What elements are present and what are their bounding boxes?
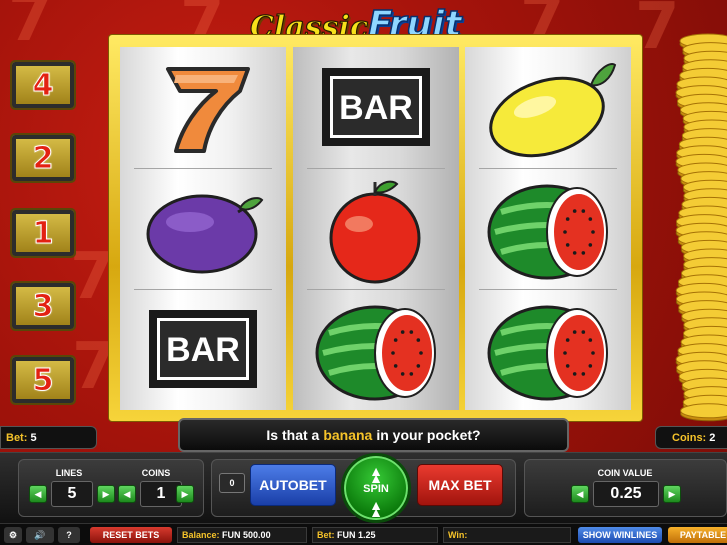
chevron-up-icon: ▲ — [369, 504, 383, 520]
coins-increase-button[interactable]: ▶ — [176, 485, 194, 503]
bet-field: Bet: FUN 1.25 — [312, 527, 438, 543]
bet-label: Bet: — [317, 530, 335, 540]
spin-button[interactable]: ▲ ▲ SPIN ▲ ▲ — [341, 453, 411, 523]
coin-value-decrease-button[interactable]: ◀ — [571, 485, 589, 503]
message-highlight: banana — [323, 427, 373, 443]
gear-icon[interactable]: ⚙ — [4, 527, 22, 543]
arrow-right-icon: ▶ — [181, 488, 189, 499]
status-bar: ⚙ 🔊 ? RESET BETS Balance: FUN 500.00 Bet… — [0, 523, 727, 545]
payline-button-5[interactable]: 5 — [10, 355, 76, 405]
win-field: Win: — [443, 527, 571, 543]
bar-symbol-text: BAR — [166, 331, 240, 369]
payline-button-3[interactable]: 3 — [10, 281, 76, 331]
payline-button-1[interactable]: 1 — [10, 208, 76, 258]
balance-field: Balance: FUN 500.00 — [177, 527, 307, 543]
reel-1-symbol-2 — [120, 168, 286, 289]
message-text-after: in your pocket? — [376, 427, 481, 443]
message-bar: Is that a banana in your pocket? — [178, 418, 569, 452]
bet-value: FUN 1.25 — [337, 530, 376, 540]
reel-2-symbol-2 — [293, 168, 459, 289]
coin-value-label: COIN VALUE — [597, 468, 653, 478]
reel-3-symbol-3 — [465, 289, 631, 410]
speaker-icon[interactable]: 🔊 — [26, 527, 54, 543]
payline-button-2[interactable]: 2 — [10, 133, 76, 183]
reel-2: BAR — [293, 47, 459, 410]
lines-decrease-button[interactable]: ◀ — [29, 485, 47, 503]
help-button[interactable]: ? — [58, 527, 80, 543]
arrow-left-icon: ◀ — [34, 488, 42, 499]
reel-2-symbol-3 — [293, 289, 459, 410]
show-winlines-button[interactable]: SHOW WINLINES — [578, 527, 662, 543]
coins-info-label: Coins: — [672, 432, 707, 444]
reel-2-symbol-1: BAR — [293, 47, 459, 168]
lines-increase-button[interactable]: ▶ — [97, 485, 115, 503]
reel-3-symbol-1 — [465, 47, 631, 168]
reel-1-symbol-3: BAR — [120, 289, 286, 410]
win-label: Win: — [448, 530, 468, 540]
paytable-button[interactable]: PAYTABLE — [668, 527, 727, 543]
reel-frame: BAR BAR — [108, 34, 643, 422]
payline-label: 4 — [32, 67, 54, 103]
background-seven-deco: 7 — [8, 0, 53, 56]
autobet-button[interactable]: AUTOBET — [250, 464, 336, 506]
balance-label: Balance: — [182, 530, 220, 540]
coins-info-value: 2 — [709, 432, 716, 444]
coins-decrease-button[interactable]: ◀ — [118, 485, 136, 503]
payline-label: 1 — [32, 215, 54, 251]
reset-bets-button[interactable]: RESET BETS — [90, 527, 172, 543]
reel-3-symbol-2 — [465, 168, 631, 289]
bet-lines-info: Bet: 5 — [0, 426, 97, 449]
coins-info: Coins: 2 — [655, 426, 727, 449]
reel-3 — [465, 47, 631, 410]
payline-button-4[interactable]: 4 — [10, 60, 76, 110]
lines-value: 5 — [51, 481, 93, 507]
arrow-right-icon: ▶ — [102, 488, 110, 499]
coin-value-increase-button[interactable]: ▶ — [663, 485, 681, 503]
reel-1: BAR — [120, 47, 286, 410]
bet-lines-value: 5 — [30, 432, 37, 444]
coin-stack-icon — [675, 33, 727, 422]
autospin-count[interactable]: 0 — [219, 473, 245, 493]
game-stage: 7 7 7 7 7 7 Classic Fruit 4 2 1 3 5 BAR — [0, 0, 727, 545]
coin-value-group: COIN VALUE ◀ 0.25 ▶ — [524, 459, 727, 517]
chevron-up-icon: ▲ — [369, 470, 383, 486]
balance-value: FUN 500.00 — [222, 530, 271, 540]
reel-1-symbol-1 — [120, 47, 286, 168]
bar-symbol-text: BAR — [339, 89, 413, 127]
coin-value: 0.25 — [593, 481, 659, 507]
lines-coins-group: LINES ◀ 5 ▶ COINS ◀ 1 ▶ — [18, 459, 204, 517]
message-text-before: Is that a — [266, 427, 320, 443]
arrow-left-icon: ◀ — [123, 488, 131, 499]
bet-lines-label: Bet: — [6, 432, 28, 444]
payline-label: 3 — [32, 288, 54, 324]
spin-label: SPIN — [363, 483, 389, 495]
coins-label: COINS — [141, 468, 171, 478]
arrow-right-icon: ▶ — [668, 488, 676, 499]
coin — [680, 403, 727, 419]
max-bet-button[interactable]: MAX BET — [417, 464, 503, 506]
payline-label: 2 — [32, 140, 54, 176]
payline-label: 5 — [32, 362, 54, 398]
arrow-left-icon: ◀ — [576, 488, 584, 499]
lines-label: LINES — [55, 468, 83, 478]
